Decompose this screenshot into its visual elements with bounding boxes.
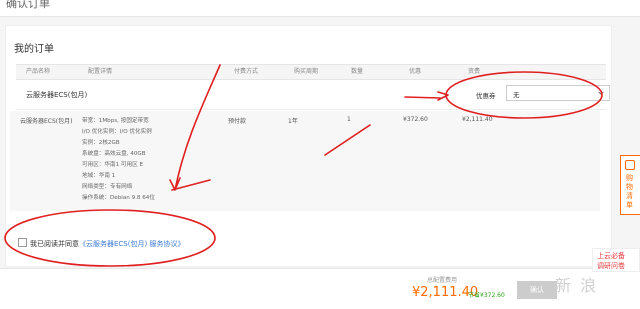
chevron-down-icon (598, 91, 604, 95)
page-title: 确认订单 (6, 0, 50, 10)
detail-period: 1年 (288, 118, 298, 125)
cart-icon (625, 160, 635, 170)
agreement-prefix: 我已阅读并同意 (30, 240, 79, 248)
spec-item: 地域：华南 1 (82, 173, 116, 179)
shopping-list-tab[interactable]: 购物清单 (620, 155, 640, 215)
detail-row: 云服务器ECS(包月) 带宽：1Mbps, 按固定带宽 I/O 优化实例：I/O… (10, 111, 600, 211)
detail-price: ¥2,111.40 (462, 116, 493, 123)
agreement-checkbox[interactable] (18, 238, 27, 247)
table-header: 产品名称 配置详情 付费方式 购买周期 数量 优惠 资费 (16, 64, 606, 80)
promo-line-2: 调研问卷 (597, 262, 625, 270)
spec-item: 可用区：华南1 可用区 E (82, 162, 143, 168)
watermark: 新 浪 (555, 276, 599, 295)
spec-item: 网络类型：专有网络 (82, 184, 133, 190)
agreement-link[interactable]: 《云服务器ECS(包月) 服务协议》 (79, 240, 184, 248)
spec-item: I/O 优化实例：I/O 优化实例 (82, 129, 152, 135)
spec-item: 带宽：1Mbps, 按固定带宽 (82, 118, 149, 124)
bottom-bar: 总配置费用 ¥2,111.40 节省¥372.60 确认 (0, 268, 640, 309)
saved-amount: 节省¥372.60 (468, 292, 505, 299)
coupon-label: 优惠券 (476, 92, 496, 100)
spec-item: 系统盘：高效云盘, 40GB (82, 151, 146, 157)
detail-pay-method: 预付款 (228, 118, 247, 125)
product-name: 云服务器ECS(包月) (26, 91, 88, 99)
header-product: 产品名称 (26, 68, 51, 75)
total-label: 总配置费用 (427, 277, 458, 284)
spec-item: 操作系统：Debian 9.8 64位 (82, 195, 155, 201)
spec-item: 实例：2核2GB (82, 140, 120, 146)
spec-list: 带宽：1Mbps, 按固定带宽 I/O 优化实例：I/O 优化实例 实例：2核2… (82, 116, 155, 204)
coupon-select[interactable]: 无 (506, 85, 610, 101)
confirm-button[interactable]: 确认 (517, 281, 557, 299)
header-discount: 优惠 (409, 68, 422, 75)
top-bar: 确认订单 (0, 0, 640, 17)
detail-qty: 1 (347, 116, 351, 123)
order-title: 我的订单 (14, 44, 54, 55)
product-row: 云服务器ECS(包月) 优惠券 无 (16, 81, 610, 110)
coupon-value: 无 (513, 91, 520, 99)
header-pay-method: 付费方式 (234, 68, 259, 75)
agreement: 我已阅读并同意《云服务器ECS(包月) 服务协议》 (18, 238, 184, 249)
detail-product-name: 云服务器ECS(包月) (20, 118, 73, 125)
header-price: 资费 (468, 68, 481, 75)
promo-line-1: 上云必备 (597, 252, 625, 260)
survey-promo[interactable]: 上云必备 调研问卷 (592, 248, 640, 272)
header-config: 配置详情 (88, 68, 113, 75)
header-qty: 数量 (351, 68, 364, 75)
shopping-list-label: 购物清单 (626, 174, 633, 209)
detail-discount: ¥372.60 (403, 116, 428, 123)
header-period: 购买周期 (294, 68, 319, 75)
